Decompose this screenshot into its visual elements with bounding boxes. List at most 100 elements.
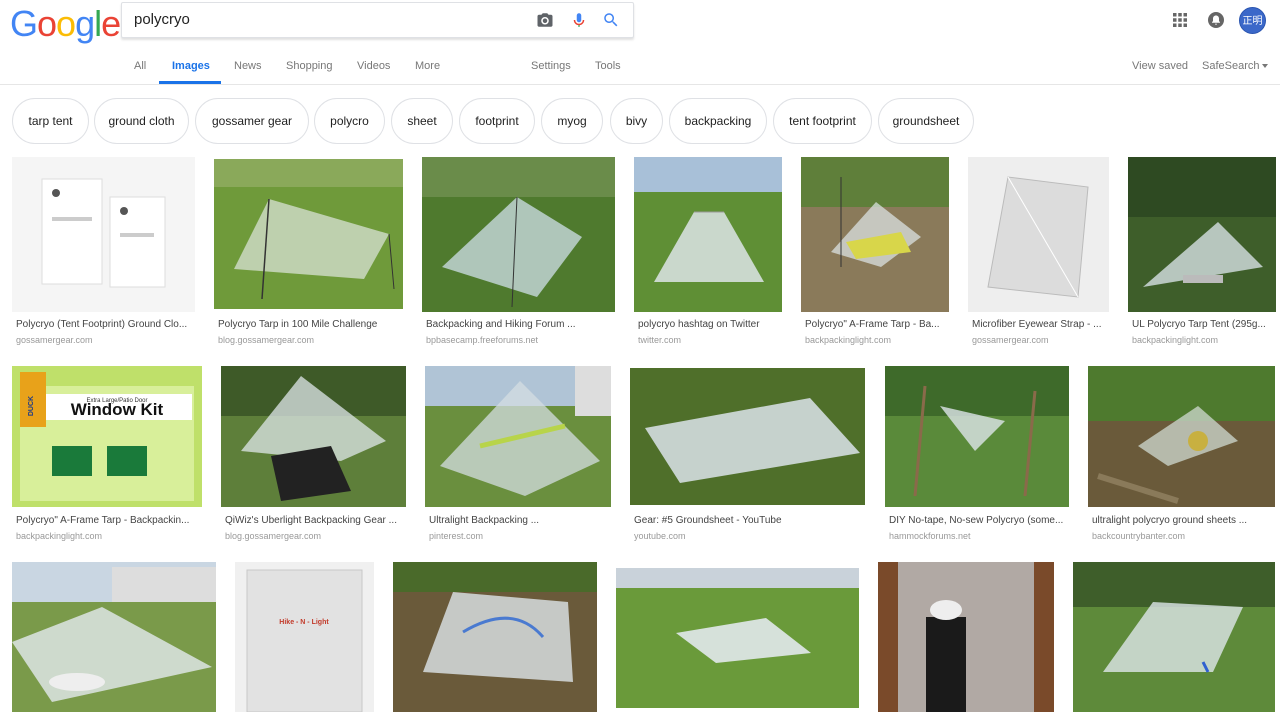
result-caption: UL Polycryo Tarp Tent (295g...	[1132, 319, 1266, 330]
result-thumbnail[interactable]	[12, 157, 195, 312]
google-logo[interactable]: Google	[10, 3, 121, 45]
result-caption: Polycryo Tarp in 100 Mile Challenge	[218, 319, 378, 330]
image-result[interactable]: Gear: #5 Groundsheet - YouTube youtube.c…	[630, 368, 865, 542]
search-box	[121, 2, 634, 38]
result-caption: DIY No-tape, No-sew Polycryo (some...	[889, 515, 1064, 526]
result-source: bpbasecamp.freeforums.net	[426, 335, 539, 345]
tab-all[interactable]: All	[134, 60, 146, 72]
result-caption: Ultralight Backpacking ...	[429, 515, 540, 526]
image-result[interactable]: Polycryo" A-Frame Tarp - Ba... backpacki…	[801, 157, 949, 347]
duck-brand: DUCK	[28, 396, 35, 416]
result-caption: Microfiber Eyewear Strap - ...	[972, 319, 1102, 330]
chip-bivy[interactable]: bivy	[610, 98, 663, 144]
image-result[interactable]: DIY No-tape, No-sew Polycryo (some... ha…	[885, 366, 1069, 542]
chip-polycro[interactable]: polycro	[314, 98, 385, 144]
result-source: backcountrybanter.com	[1092, 531, 1186, 541]
result-thumbnail[interactable]	[630, 368, 865, 505]
chip-footprint[interactable]: footprint	[459, 98, 535, 144]
result-thumbnail[interactable]	[221, 366, 406, 507]
image-result[interactable]: Backpacking and Hiking Forum ... bpbasec…	[422, 157, 615, 347]
result-thumbnail[interactable]	[878, 562, 1054, 712]
image-result[interactable]: Ultralight Backpacking ... pinterest.com	[425, 366, 611, 542]
image-result[interactable]: Microfiber Eyewear Strap - ... gossamerg…	[968, 157, 1109, 347]
result-caption: Gear: #5 Groundsheet - YouTube	[634, 515, 782, 526]
result-thumbnail[interactable]	[422, 157, 615, 312]
result-source: gossamergear.com	[972, 335, 1049, 345]
result-caption: ultralight polycryo ground sheets ...	[1092, 515, 1248, 526]
safesearch-menu[interactable]: SafeSearch	[1202, 60, 1269, 72]
result-thumbnail[interactable]: Hike - N - Light	[235, 562, 374, 712]
tab-news[interactable]: News	[234, 60, 262, 72]
apps-grid-icon[interactable]	[1172, 12, 1188, 28]
image-result[interactable]: Window Kit Extra Large/Patio Door DUCK Pol…	[12, 366, 202, 542]
result-thumbnail[interactable]	[425, 366, 611, 507]
avatar[interactable]: 正明	[1239, 7, 1266, 34]
safesearch-label: SafeSearch	[1202, 60, 1260, 72]
tab-tools[interactable]: Tools	[595, 60, 621, 72]
result-caption: Polycryo" A-Frame Tarp - Backpackin...	[16, 515, 190, 526]
result-source: backpackinglight.com	[805, 335, 892, 345]
image-result[interactable]	[1073, 562, 1275, 712]
result-thumbnail[interactable]	[214, 159, 403, 309]
camera-icon[interactable]	[536, 11, 556, 31]
chip-tent-footprint[interactable]: tent footprint	[773, 98, 872, 144]
result-thumbnail[interactable]	[885, 366, 1069, 507]
chip-backpacking[interactable]: backpacking	[669, 98, 767, 144]
image-result[interactable]: ultralight polycryo ground sheets ... ba…	[1088, 366, 1275, 542]
chip-tarp-tent[interactable]: tarp tent	[12, 98, 89, 144]
result-source: pinterest.com	[429, 531, 484, 541]
view-saved-link[interactable]: View saved	[1132, 60, 1188, 72]
notifications-icon[interactable]	[1207, 11, 1225, 29]
image-result[interactable]: polycryo hashtag on Twitter twitter.com	[634, 157, 782, 347]
result-thumbnail[interactable]	[616, 568, 859, 708]
tab-settings[interactable]: Settings	[531, 60, 571, 72]
result-caption: Polycryo (Tent Footprint) Ground Clo...	[16, 319, 188, 330]
chip-sheet[interactable]: sheet	[391, 98, 453, 144]
image-result[interactable]: Hike - N - Light	[235, 562, 374, 712]
result-caption: polycryo hashtag on Twitter	[638, 319, 760, 330]
image-result[interactable]: Polycryo (Tent Footprint) Ground Clo... …	[12, 157, 195, 347]
caret-down-icon	[1262, 64, 1269, 69]
tab-videos[interactable]: Videos	[357, 60, 390, 72]
hike-n-light-label: Hike - N - Light	[279, 619, 329, 626]
result-thumbnail[interactable]	[968, 157, 1109, 312]
microphone-icon[interactable]	[570, 11, 590, 31]
result-caption: Backpacking and Hiking Forum ...	[426, 319, 576, 330]
image-result[interactable]: QiWiz's Uberlight Backpacking Gear ... b…	[221, 366, 406, 542]
result-thumbnail[interactable]	[393, 562, 597, 712]
chip-myog[interactable]: myog	[541, 98, 603, 144]
result-thumbnail[interactable]: Window Kit Extra Large/Patio Door DUCK	[12, 366, 202, 507]
search-input[interactable]	[134, 11, 514, 28]
result-thumbnail[interactable]	[1128, 157, 1276, 312]
result-source: backpackinglight.com	[1132, 335, 1219, 345]
result-thumbnail[interactable]	[634, 157, 782, 312]
image-result[interactable]	[616, 568, 859, 708]
result-source: gossamergear.com	[16, 335, 93, 345]
search-tabs: All Images News Shopping Videos More Set…	[0, 58, 1280, 84]
image-result[interactable]: UL Polycryo Tarp Tent (295g... backpacki…	[1128, 157, 1276, 347]
result-thumbnail[interactable]	[1073, 562, 1275, 712]
tab-more[interactable]: More	[415, 60, 440, 72]
chip-gossamer-gear[interactable]: gossamer gear	[195, 98, 309, 144]
result-caption: QiWiz's Uberlight Backpacking Gear ...	[225, 515, 397, 526]
image-result[interactable]	[12, 562, 216, 712]
result-source: youtube.com	[634, 531, 686, 541]
result-thumbnail[interactable]	[12, 562, 216, 712]
image-result[interactable]: Polycryo Tarp in 100 Mile Challenge blog…	[214, 159, 403, 347]
result-thumbnail[interactable]	[801, 157, 949, 312]
image-result[interactable]	[878, 562, 1054, 712]
tab-shopping[interactable]: Shopping	[286, 60, 333, 72]
search-icon[interactable]	[602, 11, 622, 31]
result-source: backpackinglight.com	[16, 531, 103, 541]
result-caption: Polycryo" A-Frame Tarp - Ba...	[805, 319, 940, 330]
tab-images[interactable]: Images	[172, 60, 210, 72]
result-thumbnail[interactable]	[1088, 366, 1275, 507]
related-search-chips: tarp tent ground cloth gossamer gear pol…	[0, 98, 1280, 144]
image-result[interactable]	[393, 562, 597, 712]
chip-groundsheet[interactable]: groundsheet	[878, 98, 974, 144]
duck-box-subtitle: Extra Large/Patio Door	[86, 398, 147, 404]
result-source: blog.gossamergear.com	[225, 531, 322, 541]
top-bar: Google 正明 All Images News Shopping Video…	[0, 0, 1280, 85]
result-source: twitter.com	[638, 335, 682, 345]
chip-ground-cloth[interactable]: ground cloth	[94, 98, 189, 144]
